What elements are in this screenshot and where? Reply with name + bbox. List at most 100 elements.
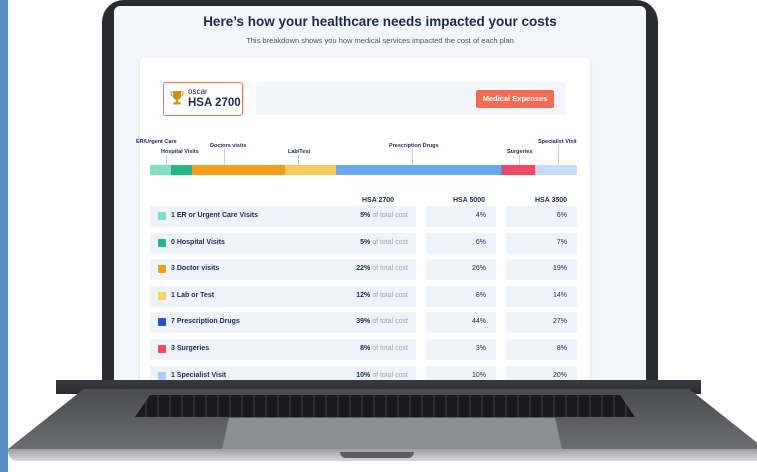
row-percent-suffix: of total cost [372, 371, 408, 379]
row-value-plan-2: 4% [475, 212, 486, 219]
table-row: 1 ER or Urgent Care Visits 5% of total co… [150, 206, 577, 227]
page-subtitle: This breakdown shows you how medical ser… [246, 36, 514, 45]
col-head-3: HSA 3500 [535, 197, 568, 204]
row-percent: 5% of total cost [360, 212, 408, 219]
row-color-swatch [158, 238, 166, 247]
tick-lab [298, 155, 299, 165]
row-value-plan-3: 8% [556, 345, 567, 352]
row-cell-plan-2: 6% [426, 232, 496, 254]
bar-segment [500, 165, 535, 175]
row-cell-plan-2: 8% [426, 285, 496, 307]
trophy-icon [170, 91, 184, 105]
tick-doctors [224, 149, 225, 165]
bar-segment [150, 165, 172, 175]
keyboard [135, 395, 635, 417]
row-label-cell: 1 ER or Urgent Care Visits 5% of total co… [150, 206, 416, 227]
plan-brand: oscar [188, 87, 208, 96]
page-title: Here’s how your healthcare needs impacte… [203, 14, 557, 29]
tick-hospital [166, 155, 167, 165]
col-head-1: HSA 2700 [362, 197, 395, 204]
row-cell-plan-2: 26% [426, 259, 496, 281]
row-value-plan-2: 3% [475, 345, 486, 352]
table-row: 3 Surgeries 8% of total cost 3% 8% [150, 339, 577, 360]
row-label: 1 Specialist Visit [171, 371, 227, 379]
row-percent: 10% of total cost [356, 372, 408, 379]
bar-segment [192, 165, 286, 175]
row-label-cell: 7 Prescription Drugs 39% of total cost [150, 312, 416, 334]
medical-expenses-button[interactable]: Medical Expenses [476, 90, 554, 108]
row-value-plan-3: 7% [556, 238, 567, 246]
row-percent-value: 39% [356, 318, 371, 326]
row-percent: 8% of total cost [360, 345, 408, 352]
row-label-cell: 3 Doctor visits 22% of total cost [150, 259, 416, 281]
bar-segment [534, 165, 577, 175]
row-value-plan-3: 20% [552, 371, 567, 379]
row-value-plan-2: 44% [471, 318, 486, 326]
tick-surgeries [519, 155, 520, 165]
row-cell-plan-3: 14% [506, 285, 577, 307]
row-percent: 22% of total cost [356, 265, 408, 272]
trackpad [222, 418, 562, 450]
row-color-swatch [158, 291, 166, 300]
table-row: 0 Hospital Visits 5% of total cost 6% 7% [150, 232, 577, 254]
row-percent: 12% of total cost [356, 292, 408, 299]
row-percent-value: 22% [356, 265, 371, 273]
row-percent-value: 5% [360, 238, 371, 246]
row-color-swatch [158, 265, 166, 274]
background-edge [0, 0, 8, 472]
row-label-cell: 3 Surgeries 8% of total cost [150, 339, 416, 360]
tick-specialist [558, 145, 559, 165]
table-row: 1 Lab or Test 12% of total cost 8% 14% [150, 285, 577, 307]
bar-segment [335, 165, 501, 175]
row-label-cell: 0 Hospital Visits 5% of total cost [150, 232, 416, 254]
bar-segment [171, 165, 193, 175]
row-label: 0 Hospital Visits [171, 238, 225, 246]
cost-share-bar [150, 165, 577, 175]
label-doctors-visits: Doctors visits [210, 143, 247, 149]
row-value-plan-2: 10% [471, 371, 486, 379]
row-percent-value: 5% [360, 212, 371, 219]
row-label: 7 Prescription Drugs [171, 318, 240, 326]
row-value-plan-3: 27% [552, 318, 567, 326]
row-cell-plan-2: 44% [426, 312, 496, 334]
row-percent: 39% of total cost [356, 318, 408, 325]
row-cell-plan-3: 19% [506, 259, 577, 281]
row-percent-suffix: of total cost [372, 345, 408, 352]
row-color-swatch [158, 345, 166, 353]
row-cell-plan-3: 27% [506, 312, 577, 334]
row-percent-suffix: of total cost [372, 291, 408, 299]
table-row: 3 Doctor visits 22% of total cost 26% 19% [150, 259, 577, 281]
row-label-cell: 1 Lab or Test 12% of total cost [150, 285, 416, 307]
row-percent-suffix: of total cost [372, 318, 408, 326]
row-color-swatch [158, 212, 166, 220]
row-percent-value: 10% [356, 371, 371, 379]
label-prescription-drugs: Prescription Drugs [389, 143, 439, 149]
row-color-swatch [158, 371, 166, 380]
row-label: 1 ER or Urgent Care Visits [171, 212, 259, 219]
row-cell-plan-2: 4% [426, 206, 496, 227]
row-percent-suffix: of total cost [372, 265, 408, 273]
row-percent-value: 8% [360, 345, 371, 352]
bar-segment [285, 165, 336, 175]
tick-rx [412, 149, 413, 165]
row-value-plan-3: 14% [552, 291, 567, 299]
table-row: 7 Prescription Drugs 39% of total cost 44%… [150, 312, 577, 334]
row-cell-plan-3: 6% [506, 206, 577, 227]
row-label: 3 Surgeries [171, 345, 210, 352]
col-head-2: HSA 5000 [453, 197, 486, 204]
row-value-plan-3: 6% [556, 212, 567, 219]
row-value-plan-2: 6% [475, 238, 486, 246]
plan-selector[interactable]: oscar HSA 2700 [163, 82, 243, 116]
screen: Here’s how your healthcare needs impacte… [114, 6, 646, 382]
label-lab-test: Lab/Test [288, 149, 311, 155]
row-percent: 5% of total cost [360, 239, 408, 246]
row-color-swatch [158, 318, 166, 327]
row-cell-plan-3: 8% [506, 339, 577, 360]
row-percent-suffix: of total cost [372, 238, 408, 246]
label-er-urgent-care: ER/Urgent Care [136, 139, 177, 145]
laptop-notch [340, 452, 414, 458]
plan-name: HSA 2700 [188, 97, 241, 109]
row-cell-plan-3: 7% [506, 232, 577, 254]
row-cell-plan-2: 3% [426, 339, 496, 360]
row-value-plan-3: 19% [552, 265, 567, 273]
